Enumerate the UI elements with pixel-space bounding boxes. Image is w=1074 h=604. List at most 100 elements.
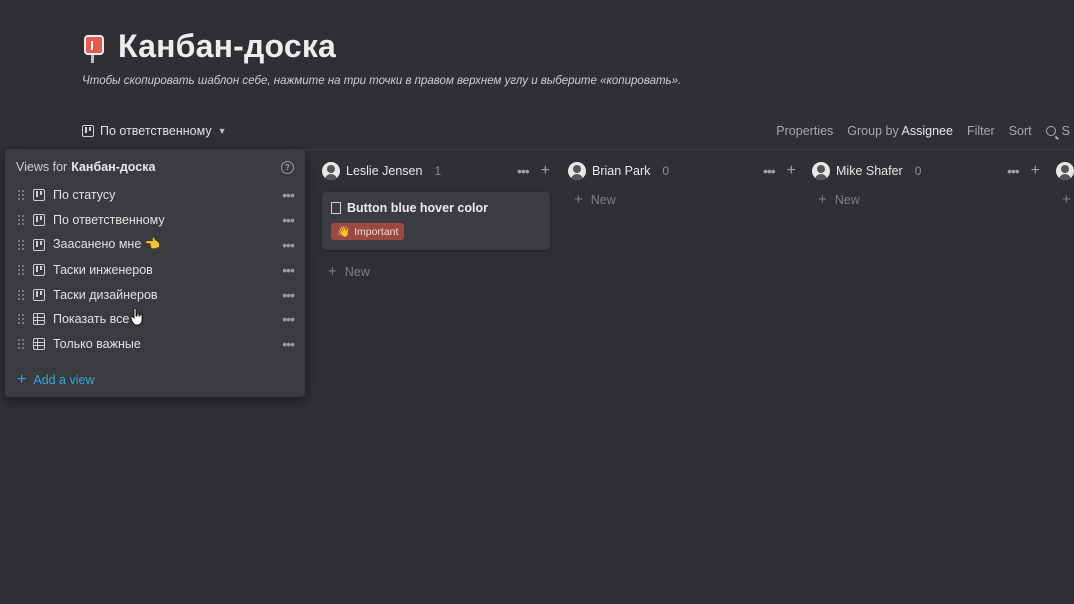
add-card-icon[interactable]: + [541,163,550,179]
view-label: Таски дизайнеров [53,287,158,302]
view-item[interactable]: Только важные ••• [5,332,305,357]
more-options-icon[interactable]: ••• [282,288,295,302]
new-label: New [834,192,860,207]
group-by-value: Assignee [901,124,953,138]
add-card-icon[interactable]: + [1031,163,1040,179]
view-label: По статусу [53,188,116,203]
more-options-icon[interactable]: ••• [1007,164,1020,178]
more-options-icon[interactable]: ••• [282,337,295,351]
view-item[interactable]: Таски инженеров ••• [5,257,305,282]
more-options-icon[interactable]: ••• [282,188,295,202]
page-title[interactable]: Канбан-доска [118,28,336,65]
column-header[interactable] [1056,156,1074,186]
avatar [812,162,830,180]
tag-label: Important [354,225,399,238]
board-icon [33,288,45,301]
board-card[interactable]: Button blue hover color 👋 Important [322,192,550,250]
board-column-partial: + [1056,156,1074,207]
views-panel-header: Views for Канбан-доска ? [16,159,294,175]
views-dropdown: Views for Канбан-доска ? По статусу ••• … [5,149,305,397]
view-item[interactable]: По ответственному ••• [5,208,305,233]
view-label: По ответственному [53,213,165,228]
new-card-button[interactable]: + New [322,264,550,279]
hand-cursor-icon [130,308,143,326]
drag-handle-icon[interactable] [17,263,25,276]
board-column: Leslie Jensen 1 ••• + Button blue hover … [322,156,550,279]
board-icon [33,214,45,227]
search-label: S [1061,124,1070,138]
view-item[interactable]: Показать все ••• [5,307,305,332]
table-icon [33,313,45,326]
views-title-prefix: Views for [16,160,68,174]
new-card-button[interactable]: + [1056,192,1074,207]
search-icon [1045,126,1056,136]
more-options-icon[interactable]: ••• [282,312,295,326]
more-options-icon[interactable]: ••• [282,263,295,277]
drag-handle-icon[interactable] [17,338,25,351]
view-label: Заасанено мне 👈 [53,237,161,252]
board-icon [33,238,45,251]
column-name: Leslie Jensen [346,164,423,178]
chevron-down-icon: ▼ [217,126,227,136]
board-icon [33,263,45,276]
page-subtitle[interactable]: Чтобы скопировать шаблон себе, нажмите н… [82,75,681,87]
current-view-label: По ответственному [100,124,212,138]
new-card-button[interactable]: + New [812,192,1040,207]
view-switcher[interactable]: По ответственному ▼ [82,124,227,138]
more-options-icon[interactable]: ••• [282,238,295,252]
plus-icon: + [328,263,337,280]
tag-emoji: 👋 [337,226,351,238]
board-icon [82,125,94,137]
more-options-icon[interactable]: ••• [282,213,295,227]
card-title: Button blue hover color [347,201,488,215]
help-icon[interactable]: ? [281,160,294,174]
new-label: New [344,264,370,279]
column-header[interactable]: Leslie Jensen 1 ••• + [322,156,550,186]
plus-icon: + [574,191,583,208]
database-toolbar: По ответственному ▼ Properties Group by … [82,118,1074,144]
view-item[interactable]: Заасанено мне 👈 ••• [5,233,305,258]
add-view-label: Add a view [33,373,95,387]
filter-button[interactable]: Filter [967,124,995,138]
properties-button[interactable]: Properties [776,124,833,138]
page-header: Канбан-доска Чтобы скопировать шаблон се… [82,28,681,87]
kanban-board: Leslie Jensen 1 ••• + Button blue hover … [322,156,1074,296]
column-name: Mike Shafer [836,164,903,178]
view-label: Таски инженеров [53,262,153,277]
add-card-icon[interactable]: + [787,163,796,179]
board-column: Brian Park 0 ••• + + New [568,156,796,207]
new-card-button[interactable]: + New [568,192,796,207]
views-title-db: Канбан-доска [71,160,156,174]
status-badge: 👋 Important [331,223,405,240]
column-header[interactable]: Mike Shafer 0 ••• + [812,156,1040,186]
drag-handle-icon[interactable] [17,288,25,301]
group-by-button[interactable]: Group by Assignee [847,124,953,138]
view-label: Показать все [53,312,130,327]
add-view-button[interactable]: + Add a view [17,372,95,388]
plus-icon: + [1062,191,1071,208]
column-name: Brian Park [592,164,651,178]
page-icon [331,202,341,214]
sort-button[interactable]: Sort [1009,124,1032,138]
column-count: 0 [914,164,922,178]
column-header[interactable]: Brian Park 0 ••• + [568,156,796,186]
plus-icon: + [818,191,827,208]
view-label: Только важные [53,337,141,352]
avatar [322,162,340,180]
column-count: 1 [434,164,442,178]
group-by-prefix: Group by [847,124,899,138]
drag-handle-icon[interactable] [17,238,25,251]
view-item[interactable]: По статусу ••• [5,183,305,208]
board-icon [33,189,45,202]
view-item[interactable]: Таски дизайнеров ••• [5,282,305,307]
avatar [568,162,586,180]
more-options-icon[interactable]: ••• [517,164,530,178]
table-icon [33,338,45,351]
drag-handle-icon[interactable] [17,214,25,227]
drag-handle-icon[interactable] [17,313,25,326]
kanban-pin-icon[interactable] [82,33,106,63]
search-button[interactable]: S [1045,124,1070,138]
more-options-icon[interactable]: ••• [763,164,776,178]
column-count: 0 [662,164,670,178]
drag-handle-icon[interactable] [17,189,25,202]
